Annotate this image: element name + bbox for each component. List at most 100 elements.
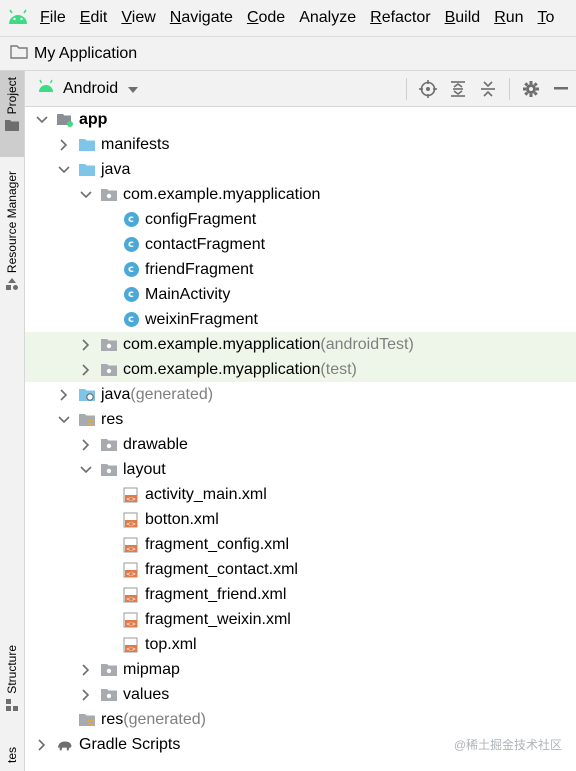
locate-icon[interactable]: [413, 74, 443, 104]
package-icon: [101, 337, 117, 353]
layout-xml-icon: <>: [123, 537, 139, 553]
tree-item-label: botton.xml: [145, 510, 219, 528]
folder-blue-icon: [79, 137, 95, 153]
tree-item-suffix: (generated): [130, 385, 214, 403]
package-icon: [101, 362, 117, 378]
folder-blue-icon: [79, 162, 95, 178]
chevron-down-icon[interactable]: [128, 82, 139, 96]
chevron-right-icon[interactable]: [79, 363, 93, 377]
tree-row[interactable]: values: [25, 682, 576, 707]
tree-row[interactable]: layout: [25, 457, 576, 482]
minimize-icon[interactable]: [546, 74, 576, 104]
tree-item-label: com.example.myapplication: [123, 335, 321, 353]
package-icon: [101, 462, 117, 478]
chevron-right-icon[interactable]: [79, 688, 93, 702]
tree-row[interactable]: <> fragment_friend.xml: [25, 582, 576, 607]
tree-item-suffix: (generated): [123, 710, 206, 728]
chevron-right-icon[interactable]: [57, 138, 71, 152]
tree-item-label: manifests: [101, 135, 170, 153]
chevron-right-icon[interactable]: [79, 438, 93, 452]
project-folder-icon: [10, 44, 28, 64]
tree-row[interactable]: <> activity_main.xml: [25, 482, 576, 507]
tree-item-label: layout: [123, 460, 166, 478]
tree-item-label: res: [101, 410, 124, 428]
project-tool-tab[interactable]: Project: [0, 71, 24, 157]
svg-text:<>: <>: [126, 596, 136, 603]
menu-item[interactable]: Navigate: [170, 9, 233, 27]
chevron-down-icon[interactable]: [79, 188, 93, 202]
chevron-down-icon[interactable]: [35, 113, 49, 127]
watermark: @稀土掘金技术社区: [453, 738, 562, 752]
favorites-tool-tab[interactable]: tes: [0, 747, 24, 771]
chevron-down-icon[interactable]: [79, 463, 93, 477]
menu-item[interactable]: File: [40, 9, 66, 27]
tree-row[interactable]: <> botton.xml: [25, 507, 576, 532]
title-bar: My Application: [0, 37, 576, 71]
chevron-right-icon[interactable]: [57, 388, 71, 402]
tree-row[interactable]: c friendFragment: [25, 257, 576, 282]
chevron-down-icon[interactable]: [57, 413, 71, 427]
resource-manager-label: Resource Manager: [5, 171, 19, 274]
tree-row[interactable]: manifests: [25, 132, 576, 157]
tree-row[interactable]: <> top.xml: [25, 632, 576, 657]
tree-row[interactable]: mipmap: [25, 657, 576, 682]
resource-manager-tool-tab[interactable]: Resource Manager: [0, 171, 24, 319]
menu-item[interactable]: To: [538, 9, 555, 27]
tree-row[interactable]: java: [25, 157, 576, 182]
tree-item-label: java: [101, 160, 131, 178]
chevron-right-icon[interactable]: [79, 663, 93, 677]
menu-item[interactable]: View: [121, 9, 155, 27]
tree-item-label: java: [101, 385, 131, 403]
tree-row[interactable]: <> fragment_contact.xml: [25, 557, 576, 582]
window-title[interactable]: My Application: [34, 45, 137, 63]
tree-row[interactable]: c configFragment: [25, 207, 576, 232]
expand-all-icon[interactable]: [443, 74, 473, 104]
chevron-down-icon[interactable]: [57, 163, 71, 177]
project-view-toolbar: Android: [25, 71, 576, 107]
tree-row[interactable]: com.example.myapplication (test): [25, 357, 576, 382]
favorites-label: tes: [5, 747, 19, 764]
tree-row[interactable]: app: [25, 107, 576, 132]
layout-xml-icon: <>: [123, 612, 139, 628]
gear-icon[interactable]: [516, 74, 546, 104]
chevron-right-icon[interactable]: [35, 738, 49, 752]
tree-row[interactable]: java (generated): [25, 382, 576, 407]
tree-row[interactable]: res: [25, 407, 576, 432]
collapse-all-icon[interactable]: [473, 74, 503, 104]
tree-row[interactable]: c weixinFragment: [25, 307, 576, 332]
menu-item[interactable]: Edit: [80, 9, 108, 27]
view-selector-label[interactable]: Android: [63, 80, 118, 98]
tree-item-label: fragment_config.xml: [145, 535, 290, 553]
structure-tool-tab[interactable]: Structure: [0, 645, 24, 735]
svg-text:<>: <>: [126, 496, 136, 503]
svg-text:<>: <>: [126, 646, 136, 653]
tree-row[interactable]: res (generated): [25, 707, 576, 732]
tree-row[interactable]: com.example.myapplication (androidTest): [25, 332, 576, 357]
tree-row[interactable]: com.example.myapplication: [25, 182, 576, 207]
tree-row[interactable]: <> fragment_config.xml: [25, 532, 576, 557]
tree-row[interactable]: drawable: [25, 432, 576, 457]
tree-row[interactable]: <> fragment_weixin.xml: [25, 607, 576, 632]
menu-item[interactable]: Run: [494, 9, 523, 27]
tree-item-label: contactFragment: [145, 235, 266, 253]
chevron-right-icon[interactable]: [79, 338, 93, 352]
project-tab-label: Project: [5, 77, 19, 115]
tree-item-label: drawable: [123, 435, 188, 453]
menu-item[interactable]: Refactor: [370, 9, 430, 27]
package-icon: [101, 437, 117, 453]
folder-icon: [5, 118, 19, 136]
menu-item[interactable]: Analyze: [299, 9, 356, 27]
menu-item[interactable]: Code: [247, 9, 285, 27]
gradle-icon: [57, 737, 73, 753]
tree-row[interactable]: c contactFragment: [25, 232, 576, 257]
android-view-icon: [37, 79, 55, 98]
layout-xml-icon: <>: [123, 587, 139, 603]
class-icon: c: [123, 312, 139, 328]
tree-row[interactable]: c MainActivity: [25, 282, 576, 307]
menu-item[interactable]: Build: [445, 9, 481, 27]
